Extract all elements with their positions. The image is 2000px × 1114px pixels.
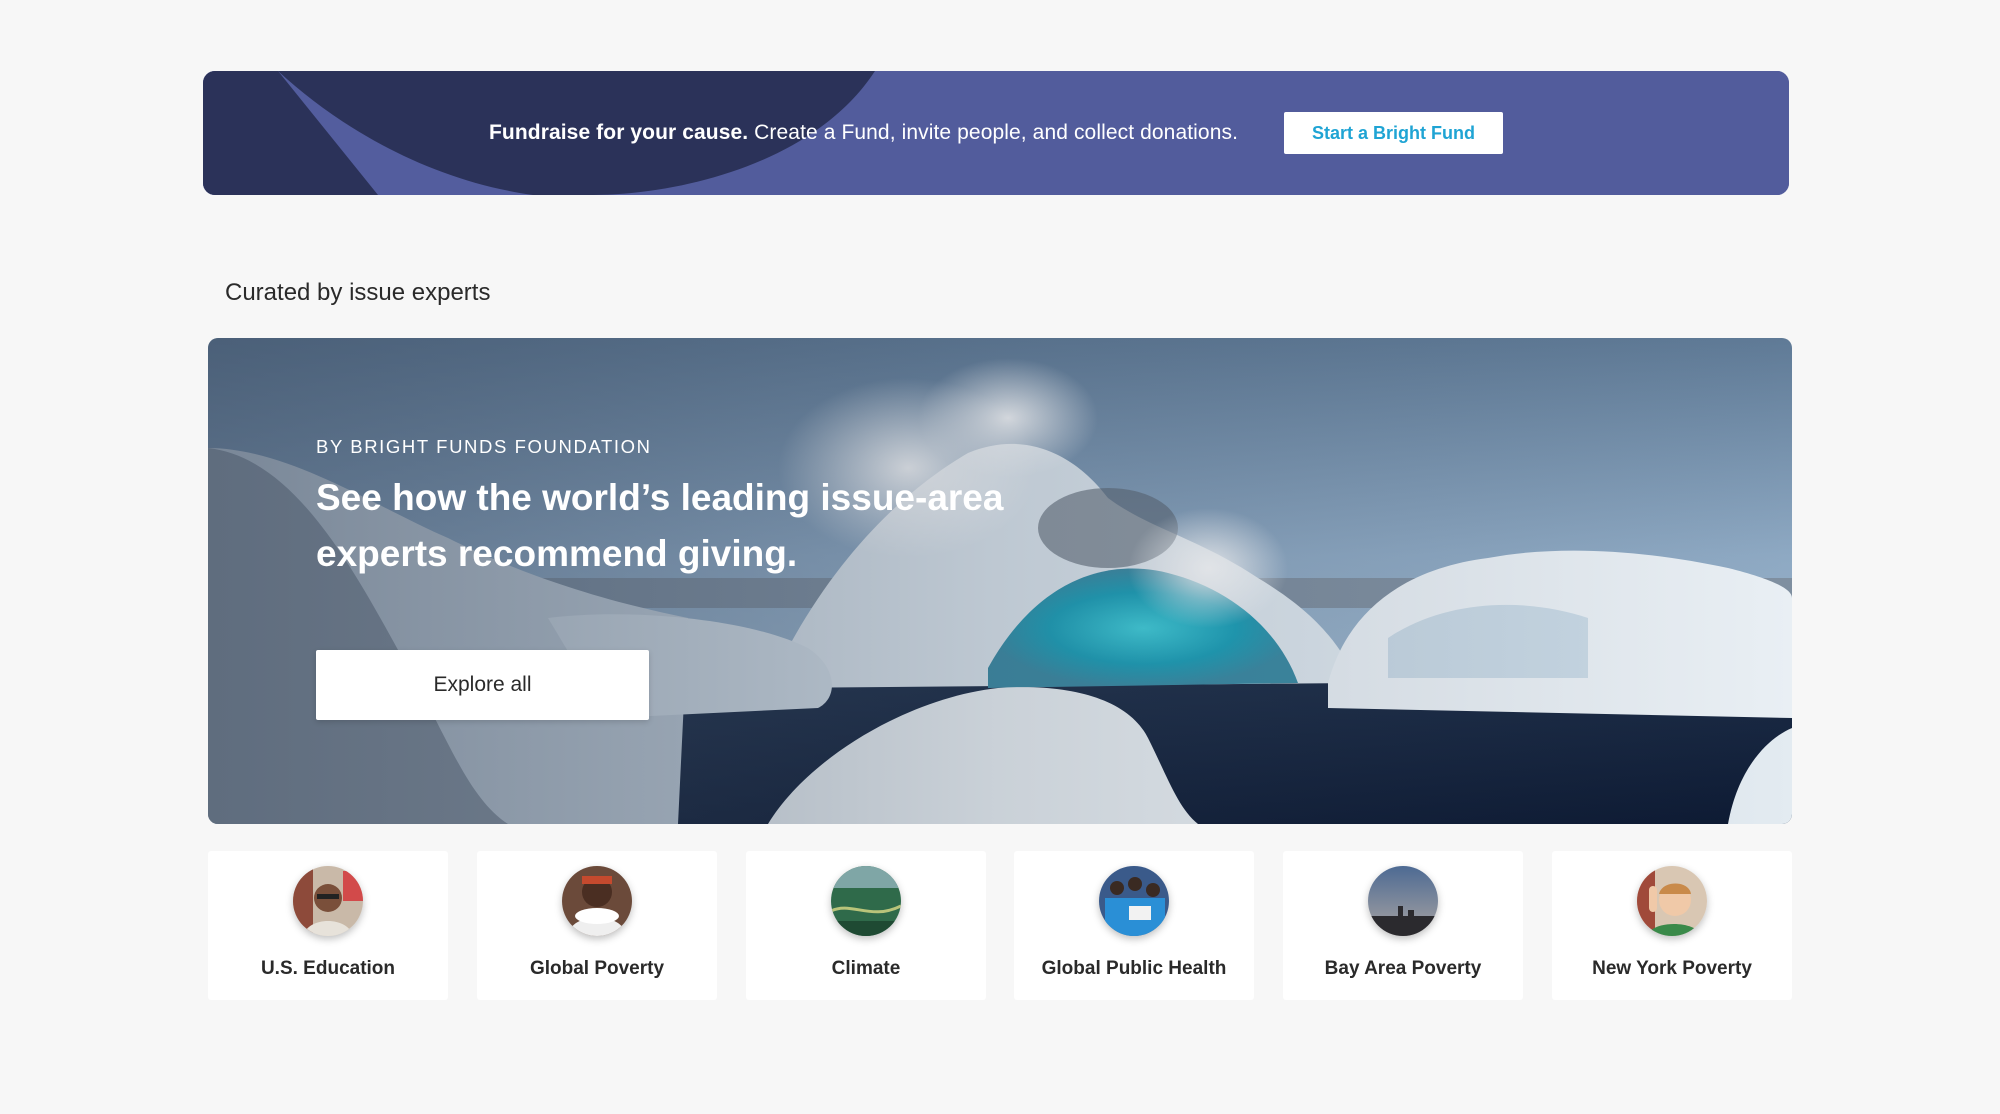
issue-card-new-york-poverty[interactable]: New York Poverty [1552, 851, 1792, 1000]
hero-eyebrow: BY BRIGHT FUNDS FOUNDATION [316, 436, 652, 457]
hero-heading-line-2: experts recommend giving. [316, 533, 798, 574]
fundraise-banner: Fundraise for your cause. Create a Fund,… [203, 71, 1789, 195]
issue-card-label: Climate [831, 958, 901, 979]
issue-card-label: New York Poverty [1592, 958, 1752, 979]
issue-card-global-public-health[interactable]: Global Public Health [1014, 851, 1254, 1000]
hero-heading-line-1: See how the world’s leading issue-area [316, 477, 1004, 518]
group-photo-icon [1099, 866, 1169, 936]
curated-hero-banner: BY BRIGHT FUNDS FOUNDATION See how the w… [208, 338, 1792, 824]
issue-card-label: Global Poverty [529, 958, 665, 979]
issue-card-label: Global Public Health [1041, 958, 1227, 979]
explore-all-button[interactable]: Explore all [316, 650, 649, 720]
issue-card-us-education[interactable]: U.S. Education [208, 851, 448, 1000]
issue-card-bay-area-poverty[interactable]: Bay Area Poverty [1283, 851, 1523, 1000]
start-bright-fund-button[interactable]: Start a Bright Fund [1284, 112, 1504, 154]
fundraise-lead: Fundraise for your cause. [488, 121, 749, 144]
fundraise-description: Create a Fund, invite people, and collec… [748, 121, 1239, 144]
issue-card-list: U.S. Education Global Poverty Climate Gl… [208, 851, 1792, 1000]
issue-card-global-poverty[interactable]: Global Poverty [477, 851, 717, 1000]
child-photo-icon [562, 866, 632, 936]
section-title: Curated by issue experts [225, 279, 491, 306]
kid-photo-icon [1637, 866, 1707, 936]
issue-card-label: Bay Area Poverty [1324, 958, 1482, 979]
forest-river-photo-icon [831, 866, 901, 936]
issue-card-climate[interactable]: Climate [746, 851, 986, 1000]
fundraise-message: Fundraise for your cause. Create a Fund,… [489, 121, 1238, 145]
hero-heading: See how the world’s leading issue-area e… [316, 470, 1076, 582]
issue-card-label: U.S. Education [260, 958, 396, 979]
page: Fundraise for your cause. Create a Fund,… [0, 0, 2000, 1114]
city-skyline-photo-icon [1368, 866, 1438, 936]
student-photo-icon [293, 866, 363, 936]
